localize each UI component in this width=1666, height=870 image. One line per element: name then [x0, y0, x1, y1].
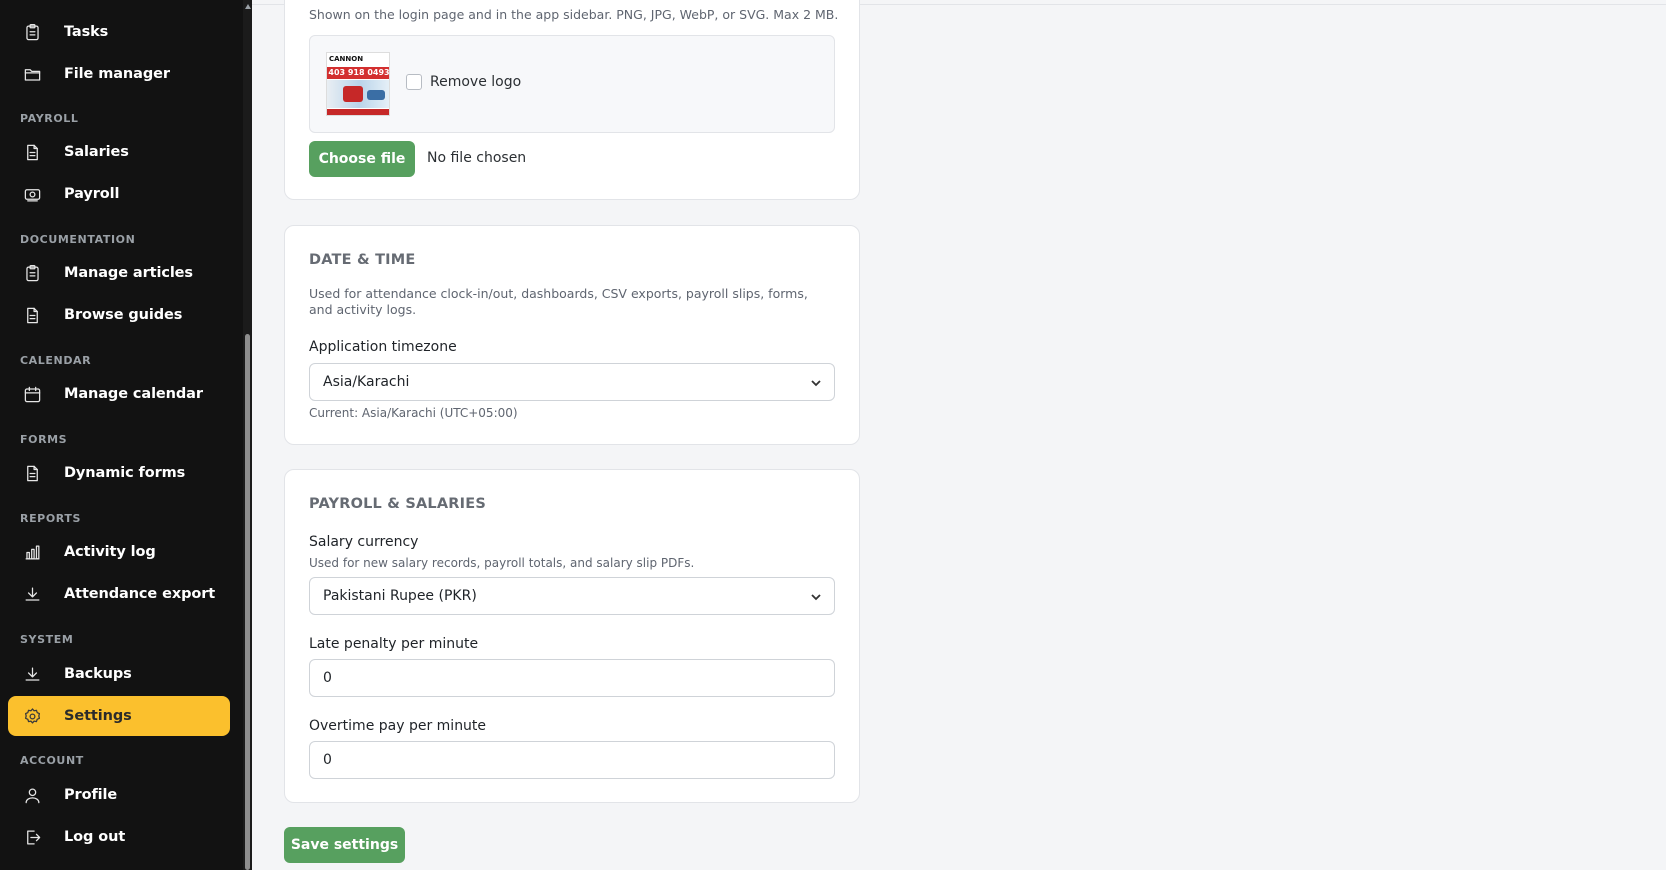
- document-icon: [22, 305, 42, 325]
- branding-card: Shown on the login page and in the app s…: [284, 0, 860, 200]
- sidebar-scrollbar[interactable]: [243, 0, 252, 870]
- sidebar-item-log-out[interactable]: Log out: [8, 817, 230, 857]
- sidebar-item-label: Manage calendar: [64, 386, 203, 402]
- sidebar-scrollbar-thumb[interactable]: [245, 334, 250, 870]
- logo-graphic: [327, 80, 389, 108]
- remove-logo-checkbox[interactable]: [406, 74, 422, 90]
- overtime-pay-input[interactable]: 0: [309, 741, 835, 779]
- sidebar-item-manage-calendar[interactable]: Manage calendar: [8, 374, 230, 414]
- clipboard-icon: [22, 22, 42, 42]
- salary-currency-select[interactable]: Pakistani Rupee (PKR): [309, 577, 835, 615]
- clipboard-icon: [22, 263, 42, 283]
- banknote-icon: [22, 184, 42, 204]
- sidebar-item-tasks[interactable]: Tasks: [8, 12, 230, 52]
- logo-car-shape: [343, 86, 363, 102]
- section-label-reports: REPORTS: [20, 512, 81, 525]
- sidebar-item-label: File manager: [64, 66, 170, 82]
- timezone-current-text: Current: Asia/Karachi (UTC+05:00): [309, 406, 518, 420]
- section-label-payroll: PAYROLL: [20, 112, 79, 125]
- logo-car-shape-2: [367, 90, 385, 100]
- sidebar-item-settings[interactable]: Settings: [8, 696, 230, 736]
- timezone-select[interactable]: Asia/Karachi: [309, 363, 835, 401]
- remove-logo-label: Remove logo: [430, 74, 522, 90]
- chevron-down-icon: [810, 591, 822, 603]
- logo-brand-text: CANNON: [327, 53, 389, 65]
- section-label-calendar: CALENDAR: [20, 354, 92, 367]
- sidebar-item-label: Settings: [64, 708, 132, 724]
- user-icon: [22, 785, 42, 805]
- late-penalty-label: Late penalty per minute: [309, 636, 479, 652]
- file-status-text: No file chosen: [427, 150, 527, 166]
- timezone-label: Application timezone: [309, 339, 457, 355]
- document-icon: [22, 142, 42, 162]
- sidebar-item-label: Log out: [64, 829, 126, 845]
- sidebar-item-browse-guides[interactable]: Browse guides: [8, 295, 230, 335]
- download-icon: [22, 664, 42, 684]
- logo-bottom-band: [327, 109, 389, 115]
- salary-currency-label: Salary currency: [309, 534, 419, 550]
- sidebar-item-label: Attendance export: [64, 586, 216, 602]
- sidebar-item-label: Dynamic forms: [64, 465, 186, 481]
- folder-icon: [22, 64, 42, 84]
- sidebar-item-payroll[interactable]: Payroll: [8, 174, 230, 214]
- sidebar-item-manage-articles[interactable]: Manage articles: [8, 253, 230, 293]
- logo-help-text: Shown on the login page and in the app s…: [309, 7, 839, 22]
- chevron-down-icon: [810, 377, 822, 389]
- calendar-icon: [22, 384, 42, 404]
- remove-logo-checkbox-row[interactable]: Remove logo: [406, 74, 521, 90]
- download-icon: [22, 584, 42, 604]
- logo-phone-text: 403 918 0493: [327, 67, 390, 79]
- overtime-pay-label: Overtime pay per minute: [309, 718, 487, 734]
- sidebar-item-label: Profile: [64, 787, 118, 803]
- gear-icon: [22, 706, 42, 726]
- sidebar: Tasks File manager PAYROLL Salaries Payr…: [0, 0, 252, 870]
- datetime-card: DATE & TIME Used for attendance clock-in…: [284, 225, 860, 445]
- logo-image: CANNON 403 918 0493: [326, 52, 390, 116]
- sidebar-item-attendance-export[interactable]: Attendance export: [8, 574, 230, 614]
- sidebar-item-label: Salaries: [64, 144, 129, 160]
- sidebar-item-activity-log[interactable]: Activity log: [8, 532, 230, 572]
- sidebar-item-backups[interactable]: Backups: [8, 654, 230, 694]
- salary-currency-help: Used for new salary records, payroll tot…: [309, 556, 695, 570]
- timezone-select-value: Asia/Karachi: [323, 374, 410, 390]
- sidebar-item-label: Tasks: [64, 24, 109, 40]
- save-settings-button[interactable]: Save settings: [284, 827, 405, 863]
- salary-currency-value: Pakistani Rupee (PKR): [323, 588, 477, 604]
- logout-icon: [22, 827, 42, 847]
- sidebar-item-label: Manage articles: [64, 265, 193, 281]
- section-label-documentation: DOCUMENTATION: [20, 233, 136, 246]
- sidebar-item-label: Backups: [64, 666, 132, 682]
- section-label-system: SYSTEM: [20, 633, 74, 646]
- section-label-forms: FORMS: [20, 433, 68, 446]
- choose-file-button[interactable]: Choose file: [309, 141, 415, 177]
- sidebar-item-label: Activity log: [64, 544, 156, 560]
- sidebar-item-label: Payroll: [64, 186, 120, 202]
- datetime-description: Used for attendance clock-in/out, dashbo…: [309, 286, 808, 317]
- sidebar-item-salaries[interactable]: Salaries: [8, 132, 230, 172]
- sidebar-item-file-manager[interactable]: File manager: [8, 54, 230, 94]
- document-icon: [22, 463, 42, 483]
- sidebar-item-label: Browse guides: [64, 307, 183, 323]
- sidebar-item-profile[interactable]: Profile: [8, 775, 230, 815]
- section-label-account: ACCOUNT: [20, 754, 84, 767]
- late-penalty-input[interactable]: 0: [309, 659, 835, 697]
- sidebar-item-dynamic-forms[interactable]: Dynamic forms: [8, 453, 230, 493]
- logo-preview-box: CANNON 403 918 0493 Remove logo: [309, 35, 835, 133]
- payroll-card: PAYROLL & SALARIES Salary currency Used …: [284, 469, 860, 803]
- scroll-up-arrow-icon[interactable]: [245, 4, 251, 9]
- datetime-section-title: DATE & TIME: [309, 252, 416, 268]
- bar-chart-icon: [22, 542, 42, 562]
- payroll-section-title: PAYROLL & SALARIES: [309, 496, 486, 512]
